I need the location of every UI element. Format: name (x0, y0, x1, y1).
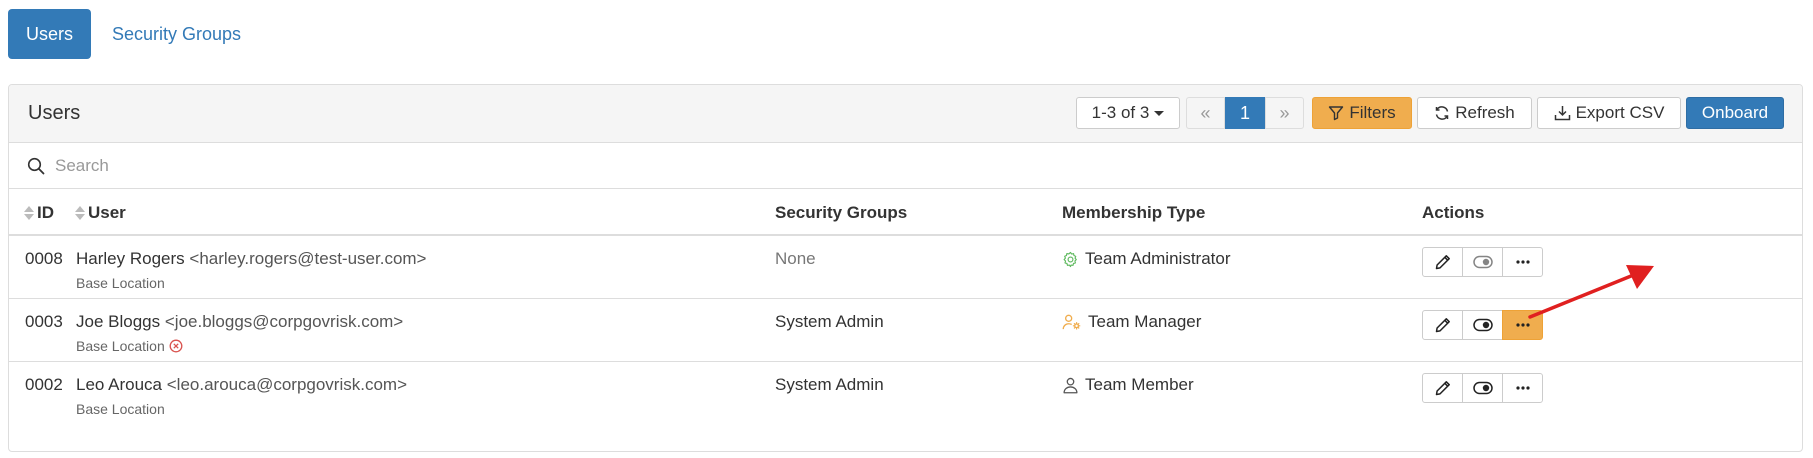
row-actions (1422, 373, 1543, 403)
user-cell: Leo Arouca <leo.arouca@corpgovrisk.com> (76, 375, 407, 395)
download-icon (1554, 106, 1570, 121)
membership-type-label: Team Manager (1088, 312, 1202, 331)
user-email: <joe.bloggs@corpgovrisk.com> (164, 312, 404, 331)
toggle-icon (1472, 381, 1493, 395)
range-label: 1-3 of 3 (1091, 103, 1150, 122)
user-id: 0008 (25, 249, 63, 268)
column-header-user[interactable]: User (75, 203, 126, 223)
edit-button[interactable] (1422, 310, 1463, 340)
double-chevron-right-icon: » (1279, 102, 1290, 123)
range-dropdown-button[interactable]: 1-3 of 3 (1076, 97, 1180, 129)
filters-button[interactable]: Filters (1312, 97, 1412, 129)
tab-security-groups[interactable]: Security Groups (91, 9, 262, 59)
sort-icon (75, 206, 85, 220)
double-chevron-left-icon: « (1200, 102, 1211, 123)
pager-first-button[interactable]: « (1186, 97, 1225, 129)
refresh-button[interactable]: Refresh (1417, 97, 1532, 129)
panel-header: Users 1-3 of 3 « 1 » Filters Refresh Exp… (9, 85, 1802, 143)
toggle-status-button[interactable] (1462, 373, 1503, 403)
user-cog-icon (1062, 314, 1081, 329)
refresh-label: Refresh (1455, 103, 1515, 122)
table-row: 0008 Harley Rogers <harley.rogers@test-u… (9, 237, 1802, 299)
toggle-icon (1472, 318, 1493, 332)
pager-last-button[interactable]: » (1265, 97, 1304, 129)
export-csv-button[interactable]: Export CSV (1537, 97, 1681, 129)
column-header-membership-type: Membership Type (1062, 203, 1206, 222)
ellipsis-icon (1515, 323, 1530, 327)
membership-type-cell: Team Manager (1062, 312, 1201, 332)
user-location-label: Base Location (76, 275, 165, 291)
edit-button[interactable] (1422, 247, 1463, 277)
pencil-icon (1435, 381, 1450, 396)
gear-icon (1063, 251, 1077, 267)
edit-button[interactable] (1422, 373, 1463, 403)
row-actions (1422, 310, 1543, 340)
users-panel: Users 1-3 of 3 « 1 » Filters Refresh Exp… (8, 84, 1803, 452)
pencil-icon (1435, 318, 1450, 333)
export-label: Export CSV (1575, 103, 1665, 122)
ellipsis-icon (1515, 386, 1530, 390)
column-header-id-label: ID (37, 203, 54, 222)
pager-page-current[interactable]: 1 (1225, 97, 1265, 129)
search-input[interactable] (53, 151, 653, 181)
more-options-button[interactable] (1502, 247, 1543, 277)
more-options-button[interactable] (1502, 373, 1543, 403)
more-options-button[interactable] (1502, 310, 1543, 340)
security-groups-cell: System Admin (775, 312, 884, 331)
user-email: <harley.rogers@test-user.com> (189, 249, 427, 268)
user-id: 0003 (25, 312, 63, 331)
toggle-status-button[interactable] (1462, 247, 1503, 277)
pencil-icon (1435, 255, 1450, 270)
user-name: Joe Bloggs (76, 312, 161, 331)
filters-label: Filters (1349, 103, 1396, 122)
column-header-security-groups: Security Groups (775, 203, 908, 222)
error-circle-icon (169, 339, 183, 353)
column-header-user-label: User (88, 203, 126, 222)
user-location: Base Location (76, 275, 165, 291)
search-icon (27, 157, 45, 175)
table-row: 0003 Joe Bloggs <joe.bloggs@corpgovrisk.… (9, 300, 1802, 362)
panel-title: Users (28, 102, 81, 124)
search-bar (9, 143, 1802, 189)
onboard-button[interactable]: Onboard (1686, 97, 1784, 129)
user-email: <leo.arouca@corpgovrisk.com> (166, 375, 408, 394)
row-actions (1422, 247, 1543, 277)
security-groups-cell: System Admin (775, 375, 884, 394)
table-row: 0002 Leo Arouca <leo.arouca@corpgovrisk.… (9, 363, 1802, 425)
user-location: Base Location (76, 401, 165, 417)
membership-type-label: Team Administrator (1085, 249, 1231, 268)
security-groups-cell: None (775, 249, 816, 268)
user-cell: Harley Rogers <harley.rogers@test-user.c… (76, 249, 427, 269)
refresh-icon (1435, 106, 1449, 120)
column-header-actions: Actions (1422, 203, 1485, 222)
user-location: Base Location (76, 338, 183, 354)
user-location-label: Base Location (76, 338, 165, 354)
table-header: ID User Security Groups Membership Type … (9, 189, 1802, 236)
filter-icon (1329, 106, 1344, 121)
user-name: Leo Arouca (76, 375, 163, 394)
membership-type-cell: Team Administrator (1062, 249, 1231, 269)
toggle-status-button[interactable] (1462, 310, 1503, 340)
user-icon (1063, 377, 1078, 393)
toolbar: 1-3 of 3 « 1 » Filters Refresh Export CS… (1076, 97, 1784, 129)
column-header-id[interactable]: ID (24, 203, 54, 223)
pagination: « 1 » (1186, 97, 1304, 129)
membership-type-cell: Team Member (1062, 375, 1194, 395)
user-cell: Joe Bloggs <joe.bloggs@corpgovrisk.com> (76, 312, 403, 332)
caret-down-icon (1154, 110, 1165, 116)
tab-users[interactable]: Users (8, 9, 91, 59)
membership-type-label: Team Member (1085, 375, 1194, 394)
user-location-label: Base Location (76, 401, 165, 417)
toggle-icon (1472, 255, 1493, 269)
top-tabs: Users Security Groups (8, 9, 262, 59)
sort-icon (24, 206, 34, 220)
ellipsis-icon (1515, 260, 1530, 264)
user-name: Harley Rogers (76, 249, 185, 268)
user-id: 0002 (25, 375, 63, 394)
